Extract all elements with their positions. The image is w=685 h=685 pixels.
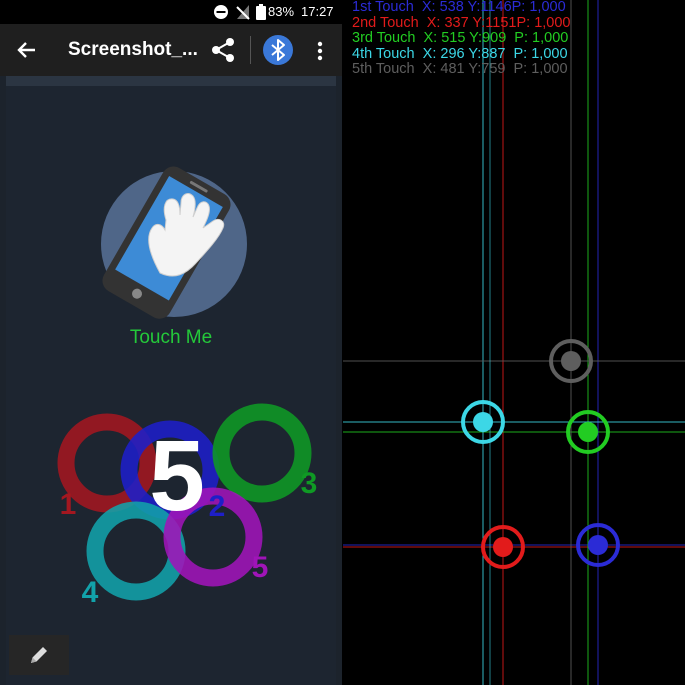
touch-visualizer[interactable]	[343, 0, 685, 685]
touch-point-4	[473, 412, 493, 432]
touch-readout-row-3: 3rd Touch X: 515 Y:909 P: 1,000	[352, 30, 569, 46]
touch-test-app: 83% 17:27 Screenshot_... 5 1 2 3 4 5 Tou…	[0, 0, 342, 685]
touch-phone-hand-illustration[interactable]	[98, 162, 247, 323]
touch-readout-panel: 1st Touch X: 538 Y:1146P: 1,000 2nd Touch…	[352, 0, 571, 78]
edit-button[interactable]	[9, 635, 69, 675]
active-touch-count: 5	[149, 420, 205, 532]
touch-point-3	[578, 422, 598, 442]
touch-ring-label-5: 5	[252, 551, 269, 584]
touch-ring-label-1: 1	[60, 488, 77, 521]
touch-point-5	[561, 351, 581, 371]
touch-ring-label-2: 2	[209, 490, 226, 523]
touch-readout-row-2: 2nd Touch X: 337 Y:1151P: 1,000	[352, 14, 571, 31]
touch-markers: 5 1 2 3 4 5	[57, 403, 318, 609]
touch-crosshair-canvas	[343, 0, 685, 685]
pencil-icon	[27, 643, 51, 672]
touch-readout-row-5: 5th Touch X: 481 Y:759 P: 1,000	[352, 61, 568, 77]
touch-readout-row-4: 4th Touch X: 296 Y:887 P: 1,000	[352, 45, 568, 62]
touch-ring-label-3: 3	[301, 467, 318, 500]
touch-ring-3	[212, 403, 312, 503]
touch-readout-row-1: 1st Touch X: 538 Y:1146P: 1,000	[352, 0, 566, 15]
touch-point-2	[493, 537, 513, 557]
touch-point-1	[588, 535, 608, 555]
touch-ring-label-4: 4	[82, 576, 99, 609]
touch-me-label: Touch Me	[129, 327, 213, 348]
